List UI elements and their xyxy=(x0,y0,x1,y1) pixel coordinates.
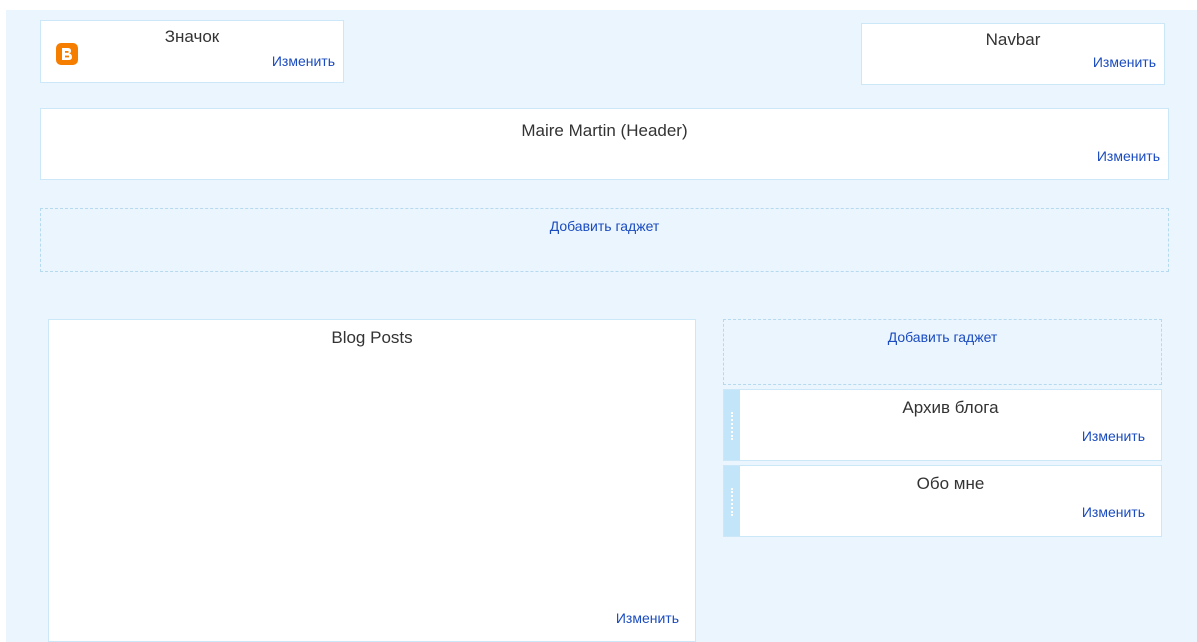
drag-handle[interactable] xyxy=(724,466,740,536)
add-gadget-area-sidebar: Добавить гаджет xyxy=(723,319,1162,385)
blog-posts-edit-link[interactable]: Изменить xyxy=(616,610,679,626)
blog-archive-title: Архив блога xyxy=(902,398,999,417)
about-me-gadget[interactable]: Обо мне Изменить xyxy=(723,465,1162,537)
add-gadget-link-sidebar[interactable]: Добавить гаджет xyxy=(724,329,1161,345)
blog-posts-title: Blog Posts xyxy=(331,328,413,347)
header-gadget-title: Maire Martin (Header) xyxy=(521,121,688,140)
blog-posts-gadget: Blog Posts Изменить xyxy=(48,319,696,642)
drag-handle[interactable] xyxy=(724,390,740,460)
header-edit-link[interactable]: Изменить xyxy=(1097,148,1160,164)
about-me-title: Обо мне xyxy=(916,474,985,493)
navbar-gadget: Navbar Изменить xyxy=(861,23,1165,85)
header-gadget: Maire Martin (Header) Изменить xyxy=(40,108,1169,180)
favicon-gadget: Значок Изменить xyxy=(40,20,344,83)
navbar-gadget-title: Navbar xyxy=(985,30,1041,49)
add-gadget-link-top[interactable]: Добавить гаджет xyxy=(41,218,1168,234)
favicon-gadget-title: Значок xyxy=(164,27,220,46)
blog-archive-edit-link[interactable]: Изменить xyxy=(1082,428,1145,444)
about-me-edit-link[interactable]: Изменить xyxy=(1082,504,1145,520)
add-gadget-area-top: Добавить гаджет xyxy=(40,208,1169,272)
favicon-edit-link[interactable]: Изменить xyxy=(272,53,335,69)
navbar-edit-link[interactable]: Изменить xyxy=(1093,54,1156,70)
blog-archive-gadget[interactable]: Архив блога Изменить xyxy=(723,389,1162,461)
